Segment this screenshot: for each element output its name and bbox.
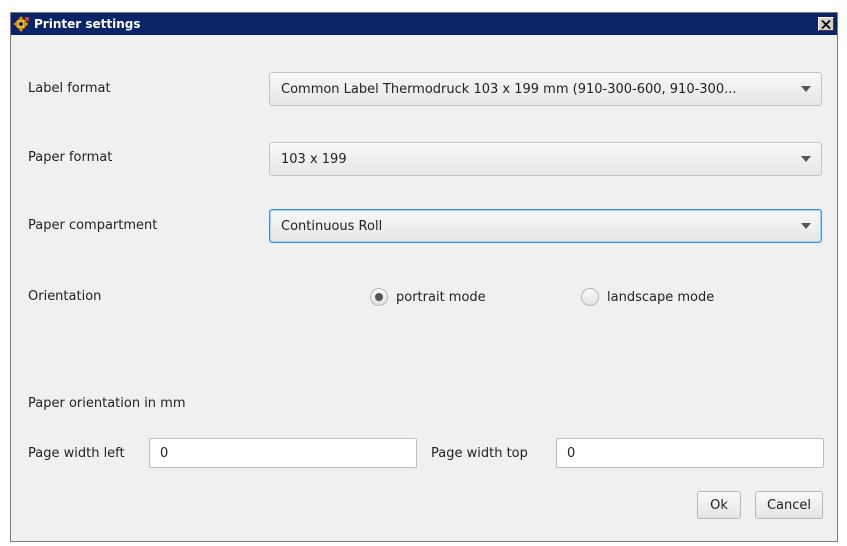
page-width-top-label: Page width top xyxy=(431,446,528,461)
paper-orientation-heading: Paper orientation in mm xyxy=(28,396,186,411)
paper-format-label: Paper format xyxy=(28,150,113,165)
cancel-button[interactable]: Cancel xyxy=(755,491,823,519)
landscape-mode-label: landscape mode xyxy=(607,289,715,305)
page-width-left-value: 0 xyxy=(160,445,169,461)
portrait-mode-radio[interactable]: portrait mode xyxy=(370,288,486,306)
title-bar: Printer settings xyxy=(11,13,837,35)
paper-format-value: 103 x 199 xyxy=(281,151,347,167)
landscape-mode-radio[interactable]: landscape mode xyxy=(581,288,714,306)
ok-button[interactable]: Ok xyxy=(697,491,741,519)
orientation-label: Orientation xyxy=(28,289,102,304)
paper-format-select[interactable]: 103 x 199 xyxy=(269,142,822,176)
gear-icon xyxy=(14,16,30,32)
chevron-down-icon xyxy=(791,73,821,105)
radio-unselected-icon xyxy=(581,288,599,306)
label-format-select[interactable]: Common Label Thermodruck 103 x 199 mm (9… xyxy=(269,72,822,106)
printer-settings-dialog: Printer settings Label format Common Lab… xyxy=(10,12,838,542)
radio-selected-icon xyxy=(370,288,388,306)
paper-compartment-value: Continuous Roll xyxy=(281,218,383,234)
label-format-value: Common Label Thermodruck 103 x 199 mm (9… xyxy=(281,81,737,97)
chevron-down-icon xyxy=(791,210,821,242)
page-width-left-label: Page width left xyxy=(28,446,125,461)
chevron-down-icon xyxy=(791,143,821,175)
close-button[interactable] xyxy=(818,17,834,31)
page-width-top-input[interactable]: 0 xyxy=(556,438,824,468)
paper-compartment-select[interactable]: Continuous Roll xyxy=(269,209,822,243)
page-width-top-value: 0 xyxy=(567,445,576,461)
paper-compartment-label: Paper compartment xyxy=(28,218,158,233)
page-width-left-input[interactable]: 0 xyxy=(149,438,417,468)
window-title: Printer settings xyxy=(34,17,141,31)
close-icon xyxy=(821,19,831,29)
portrait-mode-label: portrait mode xyxy=(396,289,486,305)
label-format-label: Label format xyxy=(28,81,111,96)
